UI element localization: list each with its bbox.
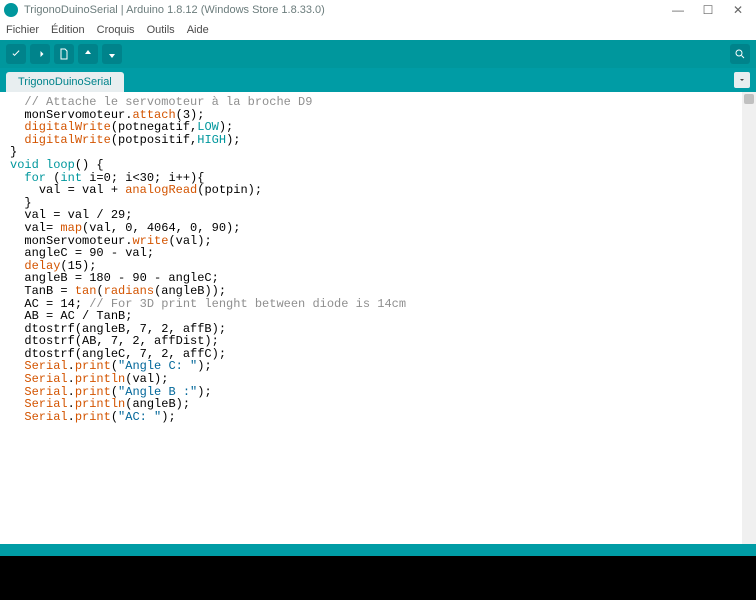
app-icon <box>4 3 18 17</box>
code-line: } <box>10 146 742 159</box>
new-button[interactable] <box>54 44 74 64</box>
minimize-button[interactable]: — <box>672 4 684 16</box>
menubar: Fichier Édition Croquis Outils Aide <box>0 20 756 40</box>
tabbar: TrigonoDuinoSerial <box>0 68 756 92</box>
upload-button[interactable] <box>30 44 50 64</box>
menu-aide[interactable]: Aide <box>187 24 209 36</box>
serial-monitor-button[interactable] <box>730 44 750 64</box>
window-title: TrigonoDuinoSerial | Arduino 1.8.12 (Win… <box>24 4 672 16</box>
scrollbar-thumb[interactable] <box>744 94 754 104</box>
code-editor[interactable]: // Attache le servomoteur à la broche D9… <box>0 92 742 544</box>
save-button[interactable] <box>102 44 122 64</box>
toolbar <box>0 40 756 68</box>
tab-dropdown-button[interactable] <box>734 72 750 88</box>
code-line: val = val + analogRead(potpin); <box>10 184 742 197</box>
maximize-button[interactable]: ☐ <box>702 4 714 16</box>
menu-croquis[interactable]: Croquis <box>97 24 135 36</box>
tab-active[interactable]: TrigonoDuinoSerial <box>6 72 124 92</box>
console-output <box>0 556 756 600</box>
close-button[interactable]: ✕ <box>732 4 744 16</box>
verify-button[interactable] <box>6 44 26 64</box>
menu-outils[interactable]: Outils <box>147 24 175 36</box>
editor-wrap: // Attache le servomoteur à la broche D9… <box>0 92 756 544</box>
vertical-scrollbar[interactable] <box>742 92 756 544</box>
open-button[interactable] <box>78 44 98 64</box>
status-bar <box>0 544 756 556</box>
code-line: digitalWrite(potpositif,HIGH); <box>10 134 742 147</box>
menu-edition[interactable]: Édition <box>51 24 85 36</box>
code-line: Serial.print("AC: "); <box>10 411 742 424</box>
menu-fichier[interactable]: Fichier <box>6 24 39 36</box>
code-line: angleC = 90 - val; <box>10 247 742 260</box>
window-titlebar: TrigonoDuinoSerial | Arduino 1.8.12 (Win… <box>0 0 756 20</box>
window-controls: — ☐ ✕ <box>672 4 752 16</box>
